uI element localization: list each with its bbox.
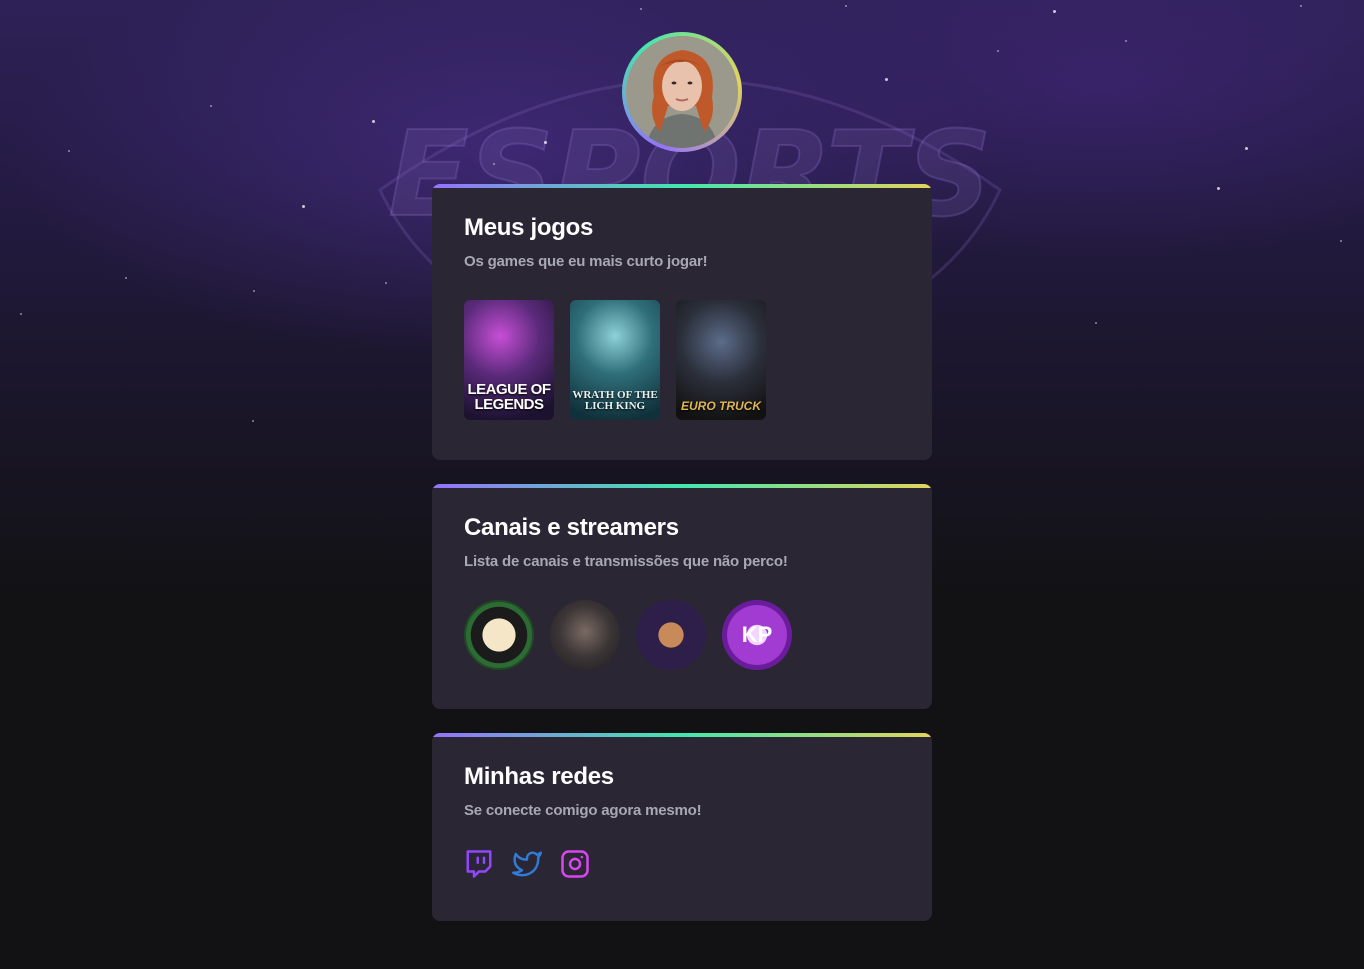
socials-card: Minhas redes Se conecte comigo agora mes… (432, 733, 932, 921)
twitter-link[interactable] (512, 849, 542, 879)
profile-avatar-ring (622, 32, 742, 152)
game-label: EURO TRUCK (681, 399, 761, 413)
streamer-3[interactable] (636, 600, 706, 670)
streamers-card: Canais e streamers Lista de canais e tra… (432, 484, 932, 709)
streamer-kp-label: KP (741, 622, 773, 647)
instagram-link[interactable] (560, 849, 590, 879)
streamers-list: KP (464, 600, 792, 670)
socials-list (464, 849, 590, 879)
avatar (626, 36, 738, 148)
streamers-subtitle: Lista de canais e transmissões que não p… (464, 553, 788, 570)
game-euro-truck[interactable]: EURO TRUCK (676, 300, 766, 420)
twitch-icon (466, 850, 492, 878)
game-label: WRATH OF THE LICH KING (572, 389, 658, 412)
socials-subtitle: Se conecte comigo agora mesmo! (464, 802, 702, 819)
game-league-of-legends[interactable]: LEAGUE OF LEGENDS (464, 300, 554, 420)
streamer-2[interactable] (550, 600, 620, 670)
game-wow-lich-king[interactable]: WRATH OF THE LICH KING (570, 300, 660, 420)
twitter-icon (512, 851, 542, 877)
games-title: Meus jogos (464, 214, 594, 241)
streamer-casimiro[interactable] (464, 600, 534, 670)
avatar-portrait (626, 36, 738, 148)
games-card: Meus jogos Os games que eu mais curto jo… (432, 184, 932, 460)
instagram-icon (561, 850, 589, 878)
games-list: LEAGUE OF LEGENDS WRATH OF THE LICH KING… (464, 300, 766, 420)
games-subtitle: Os games que eu mais curto jogar! (464, 253, 708, 270)
game-label: LEAGUE OF LEGENDS (467, 381, 551, 413)
streamer-kp[interactable]: KP (722, 600, 792, 670)
socials-title: Minhas redes (464, 763, 614, 790)
streamers-title: Canais e streamers (464, 514, 679, 541)
twitch-link[interactable] (464, 849, 494, 879)
